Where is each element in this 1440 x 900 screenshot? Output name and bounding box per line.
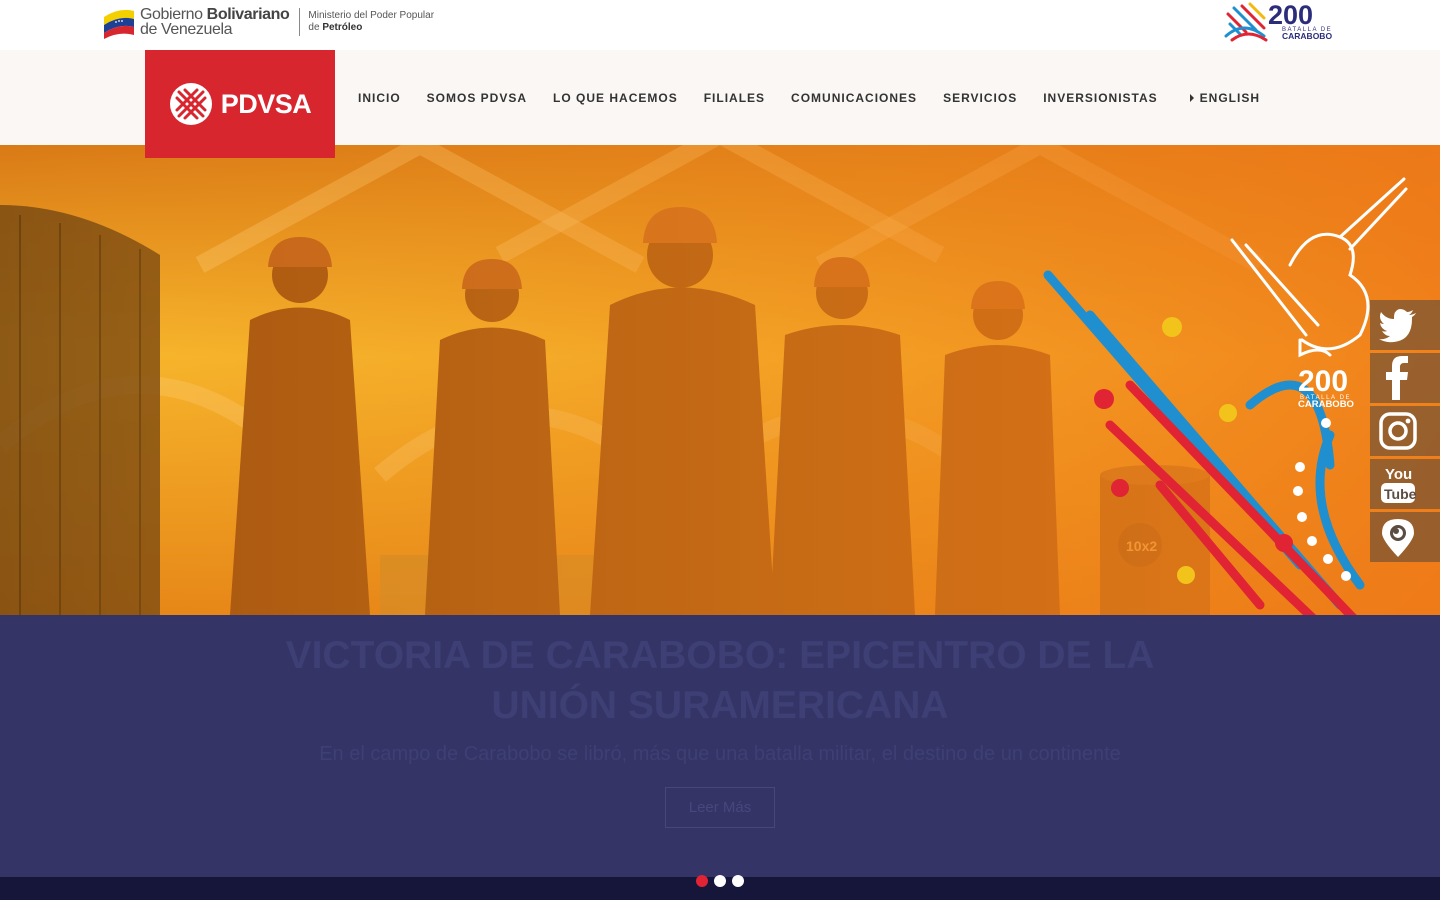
nav-item-servicios[interactable]: SERVICIOS — [943, 91, 1017, 105]
nav-item-lo-que-hacemos[interactable]: LO QUE HACEMOS — [553, 91, 678, 105]
ministry-line1: Ministerio del Poder Popular — [308, 10, 435, 21]
carousel-dot-1[interactable] — [696, 875, 708, 887]
facebook-icon — [1386, 356, 1408, 400]
language-label: ENGLISH — [1199, 90, 1261, 105]
hero-illustration: 10x2 200 B — [0, 145, 1440, 615]
slide-subtitle: En el campo de Carabobo se libró, más qu… — [319, 743, 1121, 765]
instagram-link[interactable] — [1370, 406, 1440, 456]
slide-title[interactable]: VICTORIA DE CARABOBO: EPICENTRO DE LA UN… — [240, 631, 1200, 731]
primary-navigation: INICIO SOMOS PDVSA LO QUE HACEMOS FILIAL… — [345, 50, 1273, 145]
nav-item-inversionistas[interactable]: INVERSIONISTAS — [1043, 91, 1157, 105]
badge-name: CARABOBO — [1282, 31, 1332, 41]
badge-number: 200 — [1268, 0, 1313, 30]
periscope-icon — [1382, 519, 1414, 557]
gov-name-line2: de Venezuela — [140, 21, 233, 38]
nav-item-filiales[interactable]: FILIALES — [704, 91, 765, 105]
instagram-icon — [1379, 412, 1417, 450]
youtube-word-tube: Tube — [1384, 486, 1417, 502]
nav-item-comunicaciones[interactable]: COMUNICACIONES — [791, 91, 917, 105]
hero-badge-number: 200 — [1298, 365, 1348, 398]
ministry-line2a: de — [308, 22, 323, 33]
caret-right-icon — [1189, 93, 1194, 102]
ministry-name: Ministerio del Poder Popular de Petróleo — [308, 10, 434, 34]
carabobo-200-logo[interactable]: 200 BATALLA DE CARABOBO — [1224, 0, 1340, 42]
periscope-link[interactable] — [1370, 512, 1440, 562]
twitter-icon — [1379, 309, 1416, 343]
ministry-line2b: Petróleo — [322, 22, 363, 33]
nav-item-somos-pdvsa[interactable]: SOMOS PDVSA — [427, 91, 527, 105]
youtube-link[interactable]: You Tube — [1370, 459, 1440, 509]
carousel-indicators — [696, 875, 750, 887]
twitter-link[interactable] — [1370, 300, 1440, 350]
hero-slide-image: 10x2 200 B — [0, 145, 1440, 615]
carousel-dot-2[interactable] — [714, 875, 726, 887]
divider — [299, 8, 301, 36]
facebook-link[interactable] — [1370, 353, 1440, 403]
hero-badge-name: CARABOBO — [1298, 399, 1354, 410]
pdvsa-emblem-icon — [169, 83, 212, 125]
nav-item-inicio[interactable]: INICIO — [358, 91, 401, 105]
government-name: Gobierno Bolivariano de Venezuela — [140, 7, 290, 38]
language-switch[interactable]: ENGLISH — [1189, 90, 1261, 105]
government-bar: Gobierno Bolivariano de Venezuela Minist… — [0, 0, 1440, 50]
youtube-icon: You Tube — [1381, 466, 1417, 503]
pdvsa-wordmark: PDVSA — [220, 88, 312, 119]
social-sidebar: You Tube — [1370, 300, 1440, 565]
slide-caption: VICTORIA DE CARABOBO: EPICENTRO DE LA UN… — [0, 615, 1440, 877]
youtube-word-you: You — [1385, 466, 1412, 483]
pdvsa-logo[interactable]: PDVSA — [145, 50, 335, 158]
government-logo[interactable]: Gobierno Bolivariano de Venezuela Minist… — [102, 4, 434, 40]
read-more-button[interactable]: Leer Más — [665, 787, 775, 828]
venezuela-flag-icon — [104, 9, 134, 39]
carousel-dot-3[interactable] — [732, 875, 744, 887]
